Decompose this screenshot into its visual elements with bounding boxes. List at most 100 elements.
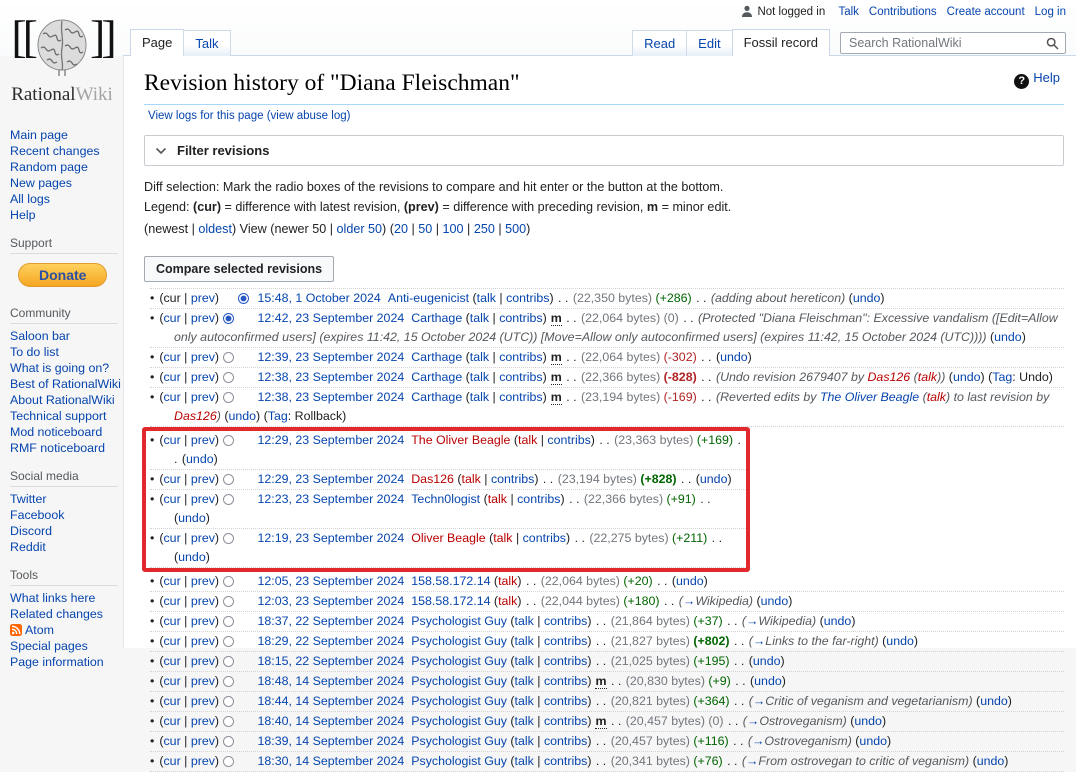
user-link[interactable]: Psychologist Guy <box>411 634 507 648</box>
user-link[interactable]: Psychologist Guy <box>411 674 507 688</box>
user-link[interactable]: Carthage <box>411 370 462 384</box>
pager-count-250[interactable]: 250 <box>474 222 495 236</box>
revision-select-radio[interactable] <box>222 695 234 707</box>
cur-link[interactable]: cur <box>163 574 180 588</box>
sidebar-item-special-pages[interactable]: Special pages <box>10 639 118 654</box>
sidebar-item-facebook[interactable]: Facebook <box>10 508 118 523</box>
revision-date-link[interactable]: 15:48, 1 October 2024 <box>258 291 381 305</box>
cur-link[interactable]: cur <box>163 754 180 768</box>
user-link[interactable]: Oliver Beagle <box>411 531 485 545</box>
undo-link[interactable]: undo <box>761 594 789 608</box>
sidebar-item-to-do-list[interactable]: To do list <box>10 345 118 360</box>
prev-link[interactable]: prev <box>191 734 215 748</box>
revision-date-link[interactable]: 12:38, 23 September 2024 <box>258 390 405 404</box>
user-link[interactable]: Psychologist Guy <box>411 734 507 748</box>
user-link[interactable]: 158.58.172.14 <box>411 574 490 588</box>
section-arrow-link[interactable]: → <box>753 694 765 708</box>
revision-date-link[interactable]: 12:29, 23 September 2024 <box>258 433 405 447</box>
user-talk-link[interactable]: talk <box>488 492 507 506</box>
revision-select-radio[interactable] <box>222 715 234 727</box>
user-link[interactable]: Techn0logist <box>411 492 480 506</box>
cur-link[interactable]: cur <box>163 634 180 648</box>
undo-link[interactable]: undo <box>980 694 1008 708</box>
user-talk-link[interactable]: talk <box>515 714 534 728</box>
personal-link-create-account[interactable]: Create account <box>947 6 1025 18</box>
user-contribs-link[interactable]: contribs <box>517 492 560 506</box>
undo-link[interactable]: undo <box>853 291 881 305</box>
user-contribs-link[interactable]: contribs <box>544 674 587 688</box>
undo-link[interactable]: undo <box>720 350 748 364</box>
prev-link[interactable]: prev <box>191 311 215 325</box>
revision-select-radio[interactable] <box>222 755 234 767</box>
user-talk-link[interactable]: talk <box>498 594 517 608</box>
pager-count-20[interactable]: 20 <box>394 222 408 236</box>
revision-date-link[interactable]: 12:38, 23 September 2024 <box>258 370 405 384</box>
user-link[interactable]: Psychologist Guy <box>411 614 507 628</box>
sidebar-item-page-information[interactable]: Page information <box>10 655 118 670</box>
sidebar-item-what-is-going-on[interactable]: What is going on? <box>10 361 118 376</box>
cur-link[interactable]: cur <box>163 531 180 545</box>
cur-link[interactable]: cur <box>163 734 180 748</box>
user-talk-link[interactable]: talk <box>498 574 517 588</box>
user-contribs-link[interactable]: contribs <box>544 754 587 768</box>
prev-link[interactable]: prev <box>191 492 215 506</box>
section-arrow-link[interactable]: → <box>753 634 765 648</box>
pager-older50-link[interactable]: older 50 <box>337 222 383 236</box>
revision-select-radio[interactable] <box>222 615 234 627</box>
sidebar-item-discord[interactable]: Discord <box>10 524 118 539</box>
section-arrow-link[interactable]: → <box>683 594 695 608</box>
undo-link[interactable]: undo <box>228 409 256 423</box>
user-talk-link[interactable]: talk <box>470 350 489 364</box>
user-contribs-link[interactable]: contribs <box>544 694 587 708</box>
cur-link[interactable]: cur <box>163 350 180 364</box>
user-talk-link[interactable]: talk <box>515 734 534 748</box>
revision-select-radio[interactable] <box>222 655 234 667</box>
user-link[interactable]: Psychologist Guy <box>411 654 507 668</box>
prev-link[interactable]: prev <box>191 531 215 545</box>
user-link[interactable]: Das126 <box>411 472 454 486</box>
user-talk-link[interactable]: talk <box>470 311 489 325</box>
revision-select-radio[interactable] <box>222 635 234 647</box>
revision-select-radio[interactable] <box>222 575 234 587</box>
cur-link[interactable]: cur <box>163 492 180 506</box>
user-contribs-link[interactable]: contribs <box>506 291 549 305</box>
user-link[interactable]: Anti-eugenicist <box>388 291 469 305</box>
tab-page[interactable]: Page <box>130 29 185 56</box>
sidebar-item-what-links-here[interactable]: What links here <box>10 591 118 606</box>
undo-link[interactable]: undo <box>824 614 852 628</box>
summary-link[interactable]: Das126 <box>867 370 910 384</box>
tag-link[interactable]: Tag <box>268 409 288 423</box>
revision-date-link[interactable]: 18:37, 22 September 2024 <box>258 614 405 628</box>
revision-select-radio[interactable] <box>222 493 234 505</box>
sidebar-item-new-pages[interactable]: New pages <box>10 176 118 191</box>
cur-link[interactable]: cur <box>163 370 180 384</box>
cur-link[interactable]: cur <box>163 714 180 728</box>
prev-link[interactable]: prev <box>191 574 215 588</box>
user-talk-link[interactable]: talk <box>518 433 537 447</box>
sidebar-item-atom[interactable]: Atom <box>10 623 118 638</box>
user-link[interactable]: Psychologist Guy <box>411 754 507 768</box>
summary-link[interactable]: talk <box>927 390 946 404</box>
revision-date-link[interactable]: 18:44, 14 September 2024 <box>258 694 405 708</box>
user-talk-link[interactable]: talk <box>515 674 534 688</box>
sidebar-item-about-rationalwiki[interactable]: About RationalWiki <box>10 393 118 408</box>
prev-link[interactable]: prev <box>191 674 215 688</box>
cur-link[interactable]: cur <box>163 674 180 688</box>
revision-select-radio[interactable] <box>222 473 234 485</box>
sidebar-item-all-logs[interactable]: All logs <box>10 192 118 207</box>
pager-count-50[interactable]: 50 <box>418 222 432 236</box>
sidebar-item-random-page[interactable]: Random page <box>10 160 118 175</box>
user-contribs-link[interactable]: contribs <box>544 734 587 748</box>
revision-select-radio[interactable] <box>222 735 234 747</box>
cur-link[interactable]: cur <box>163 433 180 447</box>
revision-select-radio[interactable] <box>222 391 234 403</box>
sidebar-item-best-of-rationalwiki[interactable]: Best of RationalWiki <box>10 377 121 392</box>
undo-link[interactable]: undo <box>676 574 704 588</box>
revision-date-link[interactable]: 12:29, 23 September 2024 <box>258 472 405 486</box>
tag-link[interactable]: Tag <box>992 370 1012 384</box>
section-arrow-link[interactable]: → <box>746 614 758 628</box>
undo-link[interactable]: undo <box>700 472 728 486</box>
revision-select-radio[interactable] <box>222 675 234 687</box>
tab-talk[interactable]: Talk <box>183 30 231 56</box>
undo-link[interactable]: undo <box>994 330 1022 344</box>
